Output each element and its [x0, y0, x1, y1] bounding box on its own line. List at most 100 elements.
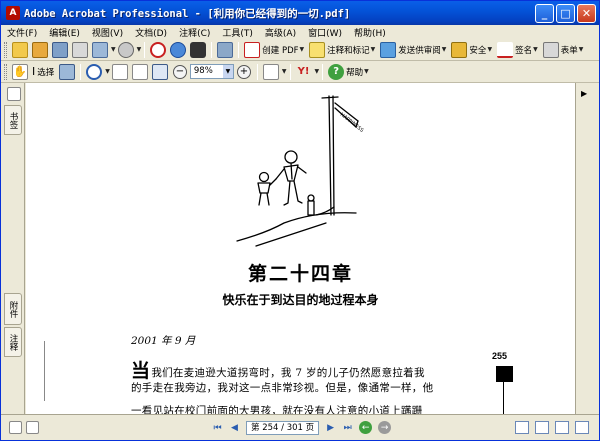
window-title: Adobe Acrobat Professional - [利用你已经得到的一切… — [24, 7, 351, 20]
chevron-down-icon: ▼ — [370, 46, 376, 53]
stamp-icon[interactable] — [150, 41, 167, 58]
panel-expand-icon[interactable]: ▶ — [581, 89, 587, 98]
zoom-out-icon[interactable]: − — [172, 64, 187, 79]
chapter-title: 第二十四章 — [247, 263, 353, 285]
attach-icon[interactable] — [117, 41, 134, 58]
close-button[interactable]: ✕ — [577, 4, 596, 23]
last-page-icon[interactable]: ⏭ — [341, 421, 354, 434]
menu-help[interactable]: 帮助(H) — [354, 26, 386, 39]
continuous-facing-icon[interactable] — [575, 421, 590, 434]
sign-label: 签名 — [515, 45, 533, 56]
text-cursor-icon: I — [32, 65, 36, 78]
help-icon: ? — [328, 63, 345, 80]
snapshot-icon[interactable] — [59, 63, 76, 80]
binoculars-icon[interactable] — [190, 41, 207, 58]
sign-button[interactable]: 签名 ▼ — [495, 41, 538, 58]
email-icon[interactable] — [92, 41, 108, 58]
read-icon[interactable] — [217, 41, 234, 58]
select-tool-button[interactable]: I 选择 — [30, 65, 54, 78]
status-bar: ⏮ ◀ 第 254 / 301 页 ▶ ⏭ ← → — [1, 414, 599, 440]
menu-document[interactable]: 文档(D) — [135, 26, 167, 39]
toolbar-separator — [238, 41, 240, 58]
yahoo-icon[interactable]: Y! — [296, 64, 312, 80]
next-page-icon[interactable]: ▶ — [324, 421, 337, 434]
print-icon[interactable] — [72, 41, 88, 58]
chevron-down-icon[interactable]: ▼ — [282, 68, 287, 75]
save-icon[interactable] — [52, 41, 68, 58]
chevron-down-icon[interactable]: ▼ — [222, 65, 233, 78]
chapter-date: 2001 年 9 月 — [131, 335, 196, 347]
maximize-button[interactable]: □ — [556, 4, 575, 23]
fit-width-icon[interactable] — [151, 63, 168, 80]
menu-file[interactable]: 文件(F) — [7, 26, 37, 39]
tab-bookmarks[interactable]: 书签 — [4, 105, 22, 135]
facing-icon[interactable] — [555, 421, 570, 434]
menu-view[interactable]: 视图(V) — [92, 26, 123, 39]
vertical-scrollbar[interactable]: ▶ — [575, 83, 599, 414]
organizer-icon[interactable] — [32, 41, 48, 58]
first-page-icon[interactable]: ⏮ — [211, 421, 224, 434]
send-review-icon — [380, 41, 397, 58]
body-line-1: 当我们在麦迪逊大道拐弯时，我 7 岁的儿子仍然愿意拉着我 — [131, 356, 486, 383]
nav-pane-toggle-icon[interactable] — [9, 421, 22, 434]
toolbar-grip[interactable] — [4, 63, 7, 80]
navigation-pane: 书签 附件 注释 — [1, 83, 25, 414]
drop-cap: 当 — [131, 360, 151, 382]
send-review-button[interactable]: 发送供审阅 ▼ — [378, 41, 446, 58]
chevron-down-icon[interactable]: ▼ — [315, 68, 320, 75]
page-tab-marker — [496, 366, 513, 382]
single-page-icon[interactable] — [515, 421, 530, 434]
file-toolbar: ▼ ▼ 创建 PDF ▼ 注释和标记 ▼ 发送供审阅 ▼ 安全 ▼ 签名 ▼ 表… — [1, 39, 599, 61]
document-view[interactable]: HAPPINESS 第二十四章 快乐在于到达目的地过程本身 2001 年 9 月… — [26, 83, 575, 414]
toolbar-grip[interactable] — [4, 41, 7, 58]
options-icon[interactable] — [7, 87, 21, 101]
chapter-subtitle: 快乐在于到达目的地过程本身 — [222, 293, 379, 307]
zoom-field[interactable]: 98% ▼ — [189, 64, 234, 79]
minimize-button[interactable]: _ — [535, 4, 554, 23]
create-pdf-label: 创建 PDF — [262, 45, 299, 56]
menu-comments[interactable]: 注释(C) — [179, 26, 210, 39]
menu-edit[interactable]: 编辑(E) — [49, 26, 80, 39]
lock-icon — [451, 41, 468, 58]
acrobat-app-icon[interactable]: A — [6, 6, 20, 20]
previous-page-icon[interactable]: ◀ — [228, 421, 241, 434]
page-number-field[interactable]: 第 254 / 301 页 — [246, 420, 320, 435]
hand-tool-icon[interactable]: ✋ — [12, 63, 28, 80]
actual-size-icon[interactable] — [111, 63, 128, 80]
previous-view-icon[interactable]: ← — [359, 421, 373, 434]
chevron-down-icon[interactable]: ▼ — [111, 46, 116, 53]
forms-label: 表单 — [560, 45, 578, 56]
workspace: 书签 附件 注释 HAPPINESS 第二十四章 快乐在于到达目的地过程本身 2… — [1, 83, 599, 414]
comment-markup-label: 注释和标记 — [327, 45, 370, 56]
search-icon[interactable] — [170, 41, 187, 58]
create-pdf-button[interactable]: 创建 PDF ▼ — [242, 41, 305, 58]
security-button[interactable]: 安全 ▼ — [449, 41, 492, 58]
help-button[interactable]: ? 帮助 ▼ — [326, 63, 369, 80]
tab-comments[interactable]: 注释 — [4, 327, 22, 357]
zoom-in-tool-icon[interactable] — [86, 63, 103, 80]
send-review-label: 发送供审阅 — [398, 45, 441, 56]
title-bar[interactable]: A Adobe Acrobat Professional - [利用你已经得到的… — [1, 1, 599, 25]
menu-advanced[interactable]: 高级(A) — [265, 26, 296, 39]
body-line-3: 一看见站在校门前面的大男孩，就在没有人注意的小道上蹒跚 — [131, 405, 423, 414]
next-view-icon[interactable]: → — [378, 421, 392, 434]
fit-page-icon[interactable] — [131, 63, 148, 80]
menu-window[interactable]: 窗口(W) — [308, 26, 342, 39]
rotate-view-icon[interactable] — [262, 63, 279, 80]
zoom-in-icon[interactable]: + — [236, 64, 251, 79]
comment-markup-button[interactable]: 注释和标记 ▼ — [307, 41, 376, 58]
page-size-icon[interactable] — [26, 421, 39, 434]
tab-attachments[interactable]: 附件 — [4, 293, 22, 325]
chevron-down-icon[interactable]: ▼ — [105, 68, 110, 75]
open-folder-icon[interactable] — [12, 41, 28, 58]
chevron-down-icon: ▼ — [533, 46, 538, 53]
continuous-icon[interactable] — [535, 421, 550, 434]
chevron-down-icon[interactable]: ▼ — [137, 46, 142, 53]
select-label: 选择 — [37, 67, 55, 78]
zoom-value: 98% — [193, 66, 213, 76]
menu-tools[interactable]: 工具(T) — [222, 26, 253, 39]
forms-button[interactable]: 表单 ▼ — [541, 41, 583, 58]
chevron-down-icon: ▼ — [299, 46, 305, 53]
page-number-label: 255 — [492, 351, 508, 361]
security-label: 安全 — [469, 45, 487, 56]
